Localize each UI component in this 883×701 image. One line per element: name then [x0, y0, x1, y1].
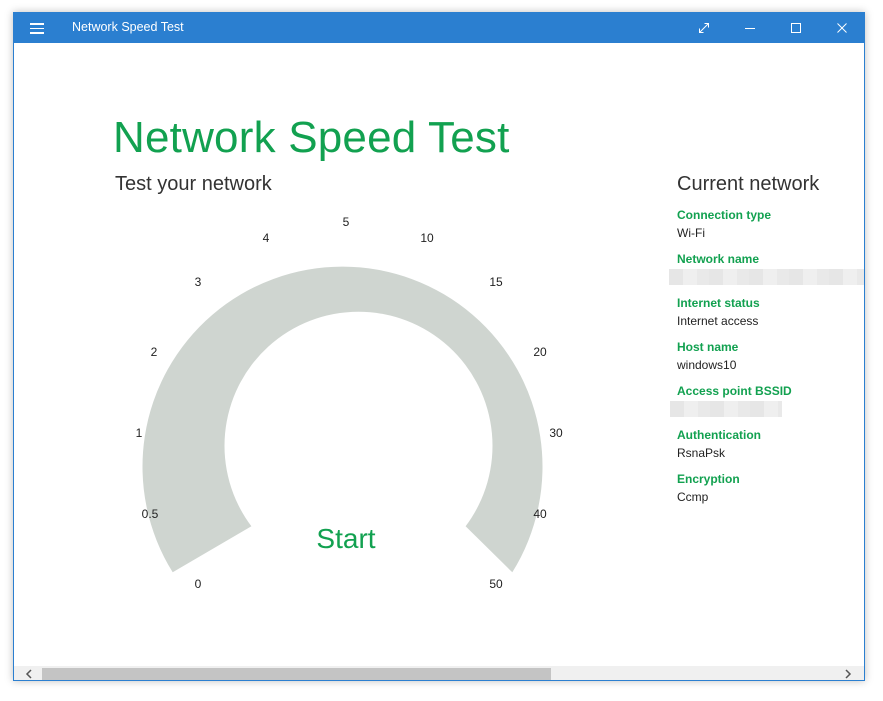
- current-network-panel: Current network Connection type Wi-Fi Ne…: [669, 173, 864, 515]
- scrollbar-thumb[interactable]: [42, 668, 551, 680]
- minimize-icon: [745, 28, 755, 29]
- close-button[interactable]: [819, 13, 864, 43]
- gauge-tick-label: 0: [195, 577, 202, 591]
- gauge-tick-label: 3: [195, 275, 202, 289]
- scroll-right-button[interactable]: [839, 666, 857, 680]
- gauge-tick-label: 15: [489, 275, 503, 289]
- gauge-tick-label: 40: [533, 507, 547, 521]
- close-icon: [837, 23, 847, 33]
- scroll-left-button[interactable]: [20, 666, 38, 680]
- hamburger-menu-icon[interactable]: [30, 22, 44, 34]
- title-bar: Network Speed Test: [14, 13, 864, 43]
- gauge-tick-label: 5: [343, 215, 350, 229]
- start-button[interactable]: Start: [294, 519, 398, 559]
- gauge-tick-label: 2: [151, 345, 158, 359]
- redacted-bssid: [670, 401, 782, 417]
- window-title: Network Speed Test: [72, 20, 184, 34]
- redacted-network-name: [669, 269, 864, 285]
- gauge-tick-label: 1: [136, 426, 143, 440]
- maximize-button[interactable]: [773, 13, 819, 43]
- gauge-tick-label: 0.5: [142, 507, 159, 521]
- gauge-tick-label: 4: [263, 231, 270, 245]
- page-title: Network Speed Test: [113, 113, 510, 162]
- gauge-tick-label: 10: [420, 231, 434, 245]
- page-subtitle: Test your network: [115, 173, 272, 195]
- gauge-tick-label: 50: [489, 577, 503, 591]
- app-window: Network Speed Test Network Speed Test Te…: [13, 12, 865, 681]
- expand-icon: [699, 23, 709, 33]
- network-info-access-point-bssid: Access point BSSID: [670, 383, 864, 427]
- maximize-icon: [791, 23, 801, 33]
- network-info-encryption: Encryption Ccmp: [677, 472, 740, 504]
- gauge-tick-label: 20: [533, 345, 547, 359]
- network-info-authentication: Authentication RsnaPsk: [677, 428, 761, 460]
- network-info-connection-type: Connection type Wi-Fi: [677, 208, 772, 240]
- gauge-tick-label: 30: [549, 426, 563, 440]
- network-info-host-name: Host name windows10: [677, 340, 739, 372]
- current-network-heading: Current network: [677, 173, 820, 195]
- minimize-button[interactable]: [727, 13, 773, 43]
- horizontal-scrollbar[interactable]: [14, 666, 864, 680]
- fullscreen-button[interactable]: [681, 13, 727, 43]
- chevron-left-icon: [25, 669, 32, 679]
- network-info-network-name: Network name: [669, 251, 864, 295]
- network-info-internet-status: Internet status Internet access: [677, 296, 760, 328]
- chevron-right-icon: [845, 669, 852, 679]
